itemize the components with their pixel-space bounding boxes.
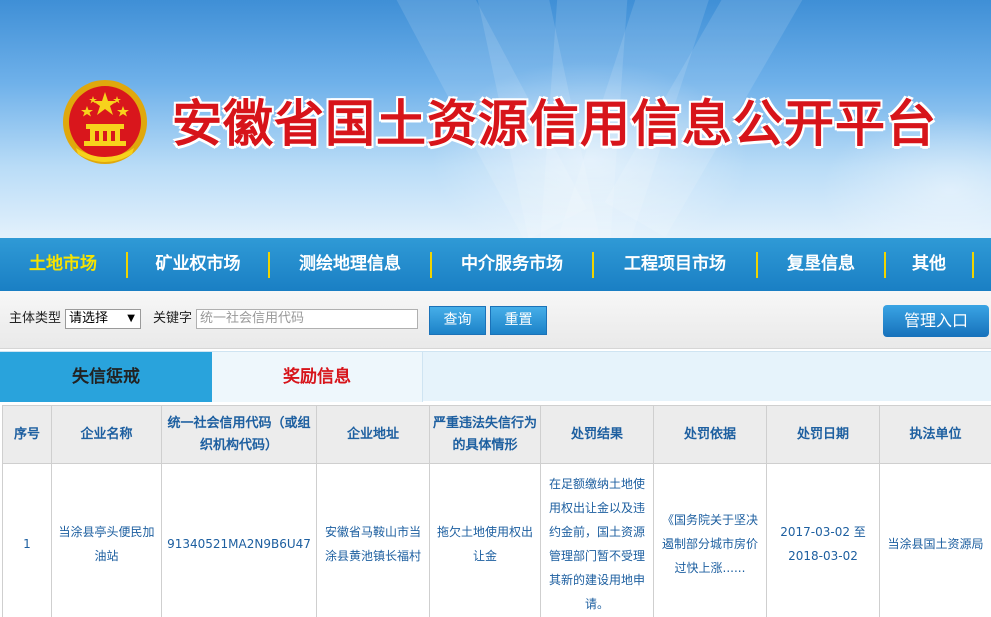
nav-item-other[interactable]: 其他 xyxy=(886,238,972,291)
tab-bar: 失信惩戒 奖励信息 xyxy=(0,351,991,402)
nav-item-intermediary[interactable]: 中介服务市场 xyxy=(432,238,592,291)
nav-item-land-market[interactable]: 土地市场 xyxy=(0,238,126,291)
cell-address: 安徽省马鞍山市当涂县黄池镇长福村 xyxy=(316,463,430,617)
col-header-violation: 严重违法失信行为的具体情形 xyxy=(429,405,541,464)
col-header-penalty-result: 处罚结果 xyxy=(540,405,654,464)
col-header-penalty-date: 处罚日期 xyxy=(766,405,880,464)
nav-item-mining-rights[interactable]: 矿业权市场 xyxy=(128,238,268,291)
main-nav: 土地市场 矿业权市场 测绘地理信息 中介服务市场 工程项目市场 复垦信息 其他 xyxy=(0,238,991,291)
keyword-label: 关键字 xyxy=(153,311,193,326)
cell-violation: 拖欠土地使用权出让金 xyxy=(429,463,541,617)
col-header-credit-code: 统一社会信用代码（或组织机构代码） xyxy=(161,405,317,464)
col-header-index: 序号 xyxy=(2,405,52,464)
reset-button[interactable]: 重置 xyxy=(490,306,547,335)
tab-reward-info[interactable]: 奖励信息 xyxy=(212,352,423,402)
national-emblem-icon xyxy=(63,80,147,164)
cell-company-name[interactable]: 当涂县亭头便民加油站 xyxy=(51,463,162,617)
nav-separator xyxy=(972,251,974,278)
cell-credit-code: 91340521MA2N9B6U47 xyxy=(161,463,317,617)
credit-table: 序号 企业名称 统一社会信用代码（或组织机构代码） 企业地址 严重违法失信行为的… xyxy=(2,405,991,617)
tab-credit-punishment[interactable]: 失信惩戒 xyxy=(0,352,212,402)
subject-type-value: 请选择 xyxy=(69,311,109,326)
subject-type-select[interactable]: 请选择 ▼ xyxy=(65,309,141,329)
nav-item-reclamation[interactable]: 复垦信息 xyxy=(758,238,884,291)
cell-penalty-result: 在足额缴纳土地使用权出让金以及违约金前，国土资源管理部门暂不受理其新的建设用地申… xyxy=(540,463,654,617)
table-row[interactable]: 1 当涂县亭头便民加油站 91340521MA2N9B6U47 安徽省马鞍山市当… xyxy=(2,463,991,617)
col-header-penalty-basis: 处罚依据 xyxy=(653,405,767,464)
admin-entry-button[interactable]: 管理入口 xyxy=(883,305,989,337)
cell-penalty-date: 2017-03-02 至 2018-03-02 xyxy=(766,463,880,617)
query-button[interactable]: 查询 xyxy=(429,306,486,335)
nav-item-engineering[interactable]: 工程项目市场 xyxy=(594,238,756,291)
col-header-enforcement-unit: 执法单位 xyxy=(879,405,991,464)
dropdown-arrow-icon: ▼ xyxy=(127,313,135,324)
cell-enforcement-unit: 当涂县国土资源局 xyxy=(879,463,991,617)
site-title: 安徽省国土资源信用信息公开平台 xyxy=(172,94,937,153)
col-header-address: 企业地址 xyxy=(316,405,430,464)
col-header-company-name: 企业名称 xyxy=(51,405,162,464)
keyword-input[interactable]: 统一社会信用代码 xyxy=(196,309,418,329)
cell-index: 1 xyxy=(2,463,52,617)
header-banner: 安徽省国土资源信用信息公开平台 xyxy=(0,0,991,238)
subject-type-label: 主体类型 xyxy=(9,311,62,326)
cell-penalty-basis: 《国务院关于坚决遏制部分城市房价过快上涨...... xyxy=(653,463,767,617)
table-header-row: 序号 企业名称 统一社会信用代码（或组织机构代码） 企业地址 严重违法失信行为的… xyxy=(2,405,991,464)
nav-item-surveying[interactable]: 测绘地理信息 xyxy=(270,238,430,291)
